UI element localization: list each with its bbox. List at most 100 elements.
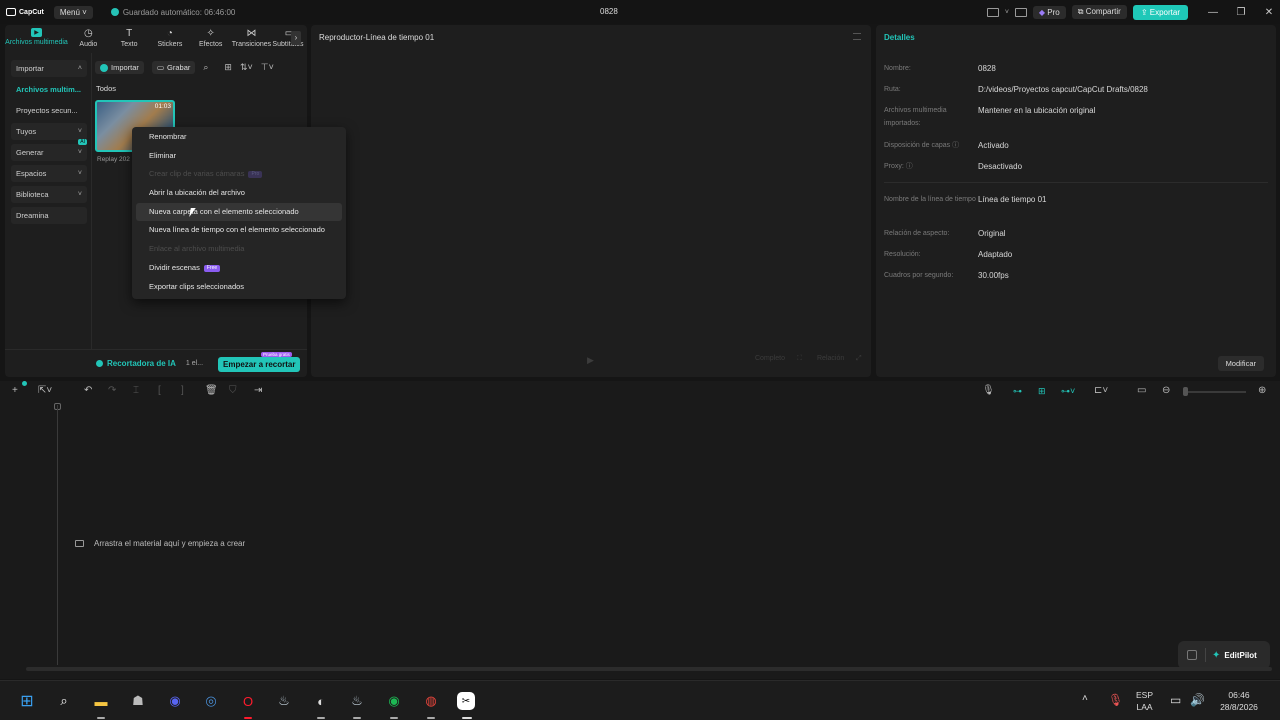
menu-item-new-timeline[interactable]: Nueva línea de tiempo con el elemento se… — [136, 221, 342, 240]
browser-icon[interactable]: ◎ — [200, 690, 222, 712]
import-button[interactable]: Importar — [95, 61, 144, 74]
steam-icon[interactable]: ♨ — [273, 690, 295, 712]
sidebar-item-generate[interactable]: Generar ˅ AI — [11, 139, 87, 161]
tab-audio[interactable]: ◷ Audio — [68, 25, 109, 53]
detail-row-resolution: Resolución: Adaptado — [884, 248, 1264, 261]
full-quality-label[interactable]: Completo — [755, 355, 785, 362]
detail-value: 0828 — [978, 64, 996, 73]
split-right-icon[interactable]: ] — [181, 385, 184, 397]
menu-item-rename[interactable]: Renombrar — [136, 128, 342, 147]
start-trim-button[interactable]: Empezar a recortar — [218, 357, 301, 372]
filter-icon[interactable]: ⊤˅ — [261, 62, 274, 73]
capcut-icon[interactable]: ✂ — [457, 692, 475, 710]
menu-item-delete[interactable]: Eliminar — [136, 147, 342, 166]
ratio-label[interactable]: Relación — [817, 355, 844, 362]
pro-label: Pro — [1047, 7, 1060, 17]
zoom-out-icon[interactable]: ⊖ — [1162, 385, 1170, 397]
microphone-tray-icon[interactable]: 🎙 — [1108, 693, 1123, 707]
grid-view-icon[interactable]: ⊞ — [224, 62, 232, 73]
select-tool-icon[interactable]: ⇱˅ — [38, 385, 52, 397]
editpilot-widget[interactable]: ✦ EditPilot — [1178, 641, 1270, 669]
tab-media[interactable]: ▶ Archivos multimedia — [5, 25, 68, 53]
undo-icon[interactable]: ↶ — [84, 385, 92, 397]
playhead[interactable] — [57, 405, 58, 665]
redo-icon[interactable]: ↷ — [108, 385, 116, 397]
layout-icon[interactable] — [986, 7, 999, 17]
menu-button[interactable]: Menú ˅ — [53, 5, 93, 19]
magnet-icon[interactable]: ⊞ — [1038, 385, 1046, 397]
menu-item-label: Nueva línea de tiempo con el elemento se… — [149, 225, 325, 235]
split-icon[interactable]: ⌶ — [133, 385, 139, 397]
tab-text[interactable]: T Texto — [109, 25, 150, 53]
fullscreen-icon[interactable]: ⤢ — [856, 355, 862, 363]
link-main-track-icon[interactable]: ⊶ — [1013, 385, 1022, 397]
pro-button[interactable]: ◆ Pro — [1032, 5, 1066, 19]
tab-effects[interactable]: ✧ Efectos — [190, 25, 231, 53]
volume-icon[interactable]: 🔊 — [1190, 693, 1205, 707]
sidebar-item-yours[interactable]: Tuyos ˅ — [11, 123, 87, 140]
player-menu-icon[interactable] — [853, 33, 861, 40]
menu-item-new-folder[interactable]: Nueva carpeta con el elemento selecciona… — [136, 202, 342, 222]
menu-item-export-clips[interactable]: Exportar clips seleccionados — [136, 278, 342, 297]
close-icon[interactable]: ✕ — [1258, 7, 1280, 18]
shield-icon[interactable]: ⛉ — [229, 385, 237, 397]
share-label: Compartir — [1085, 7, 1121, 16]
insert-icon[interactable]: ⇥ — [254, 385, 262, 397]
search-icon[interactable]: ⌕ — [53, 690, 75, 712]
opera-icon[interactable]: O — [237, 690, 259, 712]
tabs-more-chevron-icon[interactable]: › — [291, 31, 301, 45]
language-indicator[interactable]: ESP LAA — [1136, 689, 1153, 713]
editpilot-panel-icon[interactable] — [1187, 650, 1197, 660]
clock[interactable]: 06:46 28/8/2026 — [1216, 689, 1262, 713]
zoom-slider[interactable] — [1184, 391, 1246, 393]
tab-transitions[interactable]: ⋈ Transiciones — [231, 25, 272, 53]
microphone-icon[interactable]: 🎙 — [982, 385, 995, 397]
caption-icon[interactable]: ▭ — [1137, 385, 1146, 397]
sidebar-item-media-files[interactable]: Archivos multim... — [11, 81, 87, 98]
menu-item-split-scenes[interactable]: Dividir escenas Free — [136, 259, 342, 278]
sort-icon[interactable]: ⇅˅ — [240, 62, 253, 73]
sidebar-item-spaces[interactable]: Espacios ˅ — [11, 165, 87, 182]
restore-icon[interactable]: ❐ — [1230, 7, 1252, 18]
add-track-icon[interactable]: + — [12, 385, 18, 397]
delete-icon[interactable]: 🗑 — [205, 385, 218, 397]
modify-button[interactable]: Modificar — [1217, 356, 1264, 371]
timeline-scrollbar[interactable] — [26, 667, 1272, 671]
split-left-icon[interactable]: [ — [158, 385, 161, 397]
share-button[interactable]: ⧉ Compartir — [1071, 5, 1127, 19]
export-button[interactable]: ⇪ Exportar — [1132, 4, 1188, 20]
timeline-toolbar: + ⇱˅ ↶ ↷ ⌶ [ ] 🗑 ⛉ ⇥ 🎙 ⊶ ⊞ ⊶˅ ⊏˅ ▭ ⊖ ⊕ — [0, 381, 1280, 403]
minimize-icon[interactable]: — — [1202, 7, 1224, 18]
tray-chevron-up-icon[interactable]: ˄ — [1082, 693, 1088, 704]
zoom-slider-handle[interactable] — [1183, 387, 1188, 396]
network-icon[interactable]: ▭ — [1170, 693, 1181, 707]
sidebar-item-secondary-projects[interactable]: Proyectos secun... — [11, 102, 87, 119]
app-icon[interactable]: ☗ — [127, 690, 149, 712]
chrome-icon[interactable]: ◍ — [420, 690, 442, 712]
crop-icon[interactable]: ⛶ — [797, 355, 802, 363]
layout-chevron-icon[interactable]: ˅ — [1005, 9, 1009, 16]
sidebar-item-dreamina[interactable]: Dreamina — [11, 207, 87, 224]
info-icon[interactable]: ⓘ — [952, 142, 959, 149]
obs-icon[interactable]: ◐ — [310, 690, 332, 712]
filter-all-label[interactable]: Todos — [96, 84, 116, 93]
spotify-icon[interactable]: ◉ — [383, 690, 405, 712]
tab-stickers[interactable]: ◔ Stickers — [150, 25, 191, 53]
link-icon[interactable]: ⊶˅ — [1061, 385, 1075, 397]
shortcuts-icon[interactable] — [1014, 7, 1027, 17]
editpilot-button[interactable]: ✦ EditPilot — [1212, 650, 1257, 661]
tab-subtitles[interactable]: ▭ Subtítulos — [272, 25, 307, 53]
sidebar-item-import[interactable]: Importar ˄ — [11, 60, 87, 77]
menu-item-open-location[interactable]: Abrir la ubicación del archivo — [136, 184, 342, 203]
windows-start-icon[interactable]: ⊞ — [16, 690, 38, 712]
file-explorer-icon[interactable]: ▬ — [90, 690, 112, 712]
steam-alt-icon[interactable]: ♨ — [346, 690, 368, 712]
record-button[interactable]: ▭ Grabar — [151, 61, 196, 74]
sidebar-item-library[interactable]: Biblioteca ˅ — [11, 186, 87, 203]
search-icon[interactable]: ⌕ — [203, 62, 208, 73]
discord-icon[interactable]: ◉ — [164, 690, 186, 712]
info-icon[interactable]: ⓘ — [906, 163, 913, 170]
zoom-in-icon[interactable]: ⊕ — [1258, 385, 1266, 397]
preview-axis-icon[interactable]: ⊏˅ — [1094, 385, 1108, 397]
play-icon[interactable]: ▶ — [587, 355, 594, 366]
